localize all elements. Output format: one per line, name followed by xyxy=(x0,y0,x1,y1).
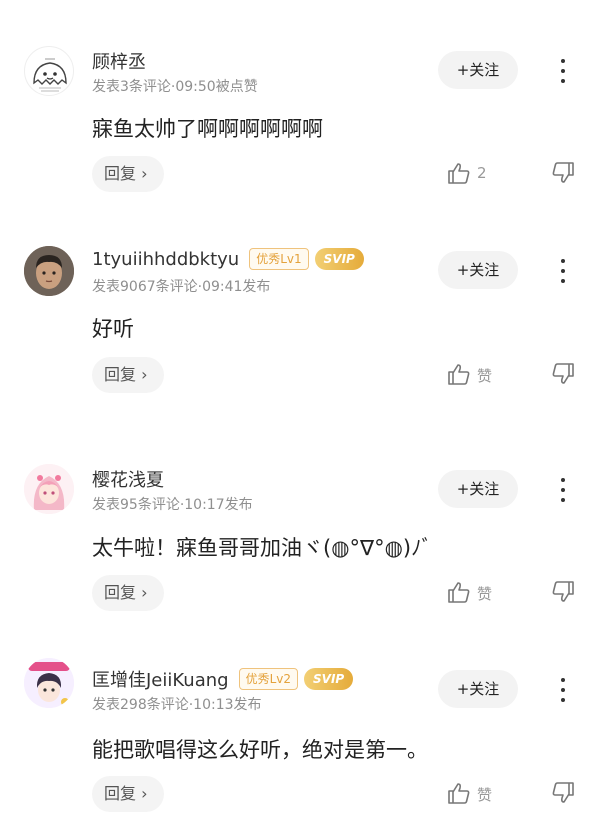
follow-button[interactable]: +关注 xyxy=(438,251,518,289)
comment-item: 顾梓丞 发表3条评论·09:50被点赞 +关注 寐鱼太帅了啊啊啊啊啊啊 回复 ›… xyxy=(0,0,600,210)
like-label: 赞 xyxy=(477,786,493,804)
thumbs-up-icon xyxy=(448,783,470,804)
comment-meta: 发表9067条评论·09:41发布 xyxy=(92,279,271,295)
comment-meta: 发表95条评论·10:17发布 xyxy=(92,497,253,513)
reply-button[interactable]: 回复 › xyxy=(92,156,164,192)
person-photo-icon xyxy=(24,246,74,296)
comment-item: 1tyuiihhddbktyu 优秀Lv1 SVIP 发表9067条评论·09:… xyxy=(0,210,600,420)
thumbs-up-icon xyxy=(448,582,470,603)
svip-badge: SVIP xyxy=(314,248,364,270)
avatar[interactable] xyxy=(24,246,74,296)
like-label: 赞 xyxy=(477,585,493,603)
reply-button[interactable]: 回复 › xyxy=(92,575,164,611)
thumbs-down-icon xyxy=(552,581,574,602)
comment-content: 寐鱼太帅了啊啊啊啊啊啊 xyxy=(92,117,323,141)
like-button[interactable]: 赞 xyxy=(446,578,506,608)
more-options-icon[interactable] xyxy=(551,256,575,286)
username[interactable]: 匡增佳JeiiKuang 优秀Lv2 SVIP xyxy=(92,666,354,692)
avatar[interactable] xyxy=(24,658,74,708)
follow-button[interactable]: +关注 xyxy=(438,51,518,89)
follow-button[interactable]: +关注 xyxy=(438,670,518,708)
comment-meta: 发表3条评论·09:50被点赞 xyxy=(92,79,258,95)
more-options-icon[interactable] xyxy=(551,475,575,505)
avatar[interactable] xyxy=(24,46,74,96)
reply-button[interactable]: 回复 › xyxy=(92,357,164,393)
like-label: 赞 xyxy=(477,367,493,385)
level-badge: 优秀Lv2 xyxy=(238,668,299,690)
dislike-button[interactable] xyxy=(550,159,578,189)
comment-item: 匡增佳JeiiKuang 优秀Lv2 SVIP 发表298条评论·10:13发布… xyxy=(0,630,600,836)
thumbs-up-icon xyxy=(448,163,470,184)
thumbs-down-icon xyxy=(552,162,574,183)
comment-content: 好听 xyxy=(92,317,134,341)
comment-meta: 发表298条评论·10:13发布 xyxy=(92,697,262,713)
comment-item: 樱花浅夏 发表95条评论·10:17发布 +关注 太牛啦！寐鱼哥哥加油ヾ(◍°∇… xyxy=(0,420,600,630)
level-badge: 优秀Lv1 xyxy=(249,248,309,270)
more-options-icon[interactable] xyxy=(551,675,575,705)
avatar[interactable] xyxy=(24,464,74,514)
anime-girl-icon xyxy=(24,464,74,514)
thumbs-up-icon xyxy=(448,364,470,385)
username[interactable]: 顾梓丞 xyxy=(92,48,146,74)
comment-content: 太牛啦！寐鱼哥哥加油ヾ(◍°∇°◍)ﾉﾞ xyxy=(92,536,433,560)
more-options-icon[interactable] xyxy=(551,56,575,86)
comment-content: 能把歌唱得这么好听，绝对是第一。 xyxy=(92,738,428,762)
username[interactable]: 1tyuiihhddbktyu 优秀Lv1 SVIP xyxy=(92,248,364,270)
ghost-doodle-icon xyxy=(33,58,67,92)
svip-badge: SVIP xyxy=(304,668,354,690)
thumbs-down-icon xyxy=(552,782,574,803)
dislike-button[interactable] xyxy=(550,360,578,390)
thumbs-down-icon xyxy=(552,363,574,384)
dislike-button[interactable] xyxy=(550,578,578,608)
reply-button[interactable]: 回复 › xyxy=(92,776,164,812)
anime-boy-icon xyxy=(24,658,74,708)
like-button[interactable]: 赞 xyxy=(446,360,506,390)
follow-button[interactable]: +关注 xyxy=(438,470,518,508)
dislike-button[interactable] xyxy=(550,779,578,809)
like-button[interactable]: 赞 xyxy=(446,779,506,809)
username[interactable]: 樱花浅夏 xyxy=(92,466,164,492)
like-button[interactable]: 2 xyxy=(446,159,506,189)
like-count: 2 xyxy=(477,164,487,182)
